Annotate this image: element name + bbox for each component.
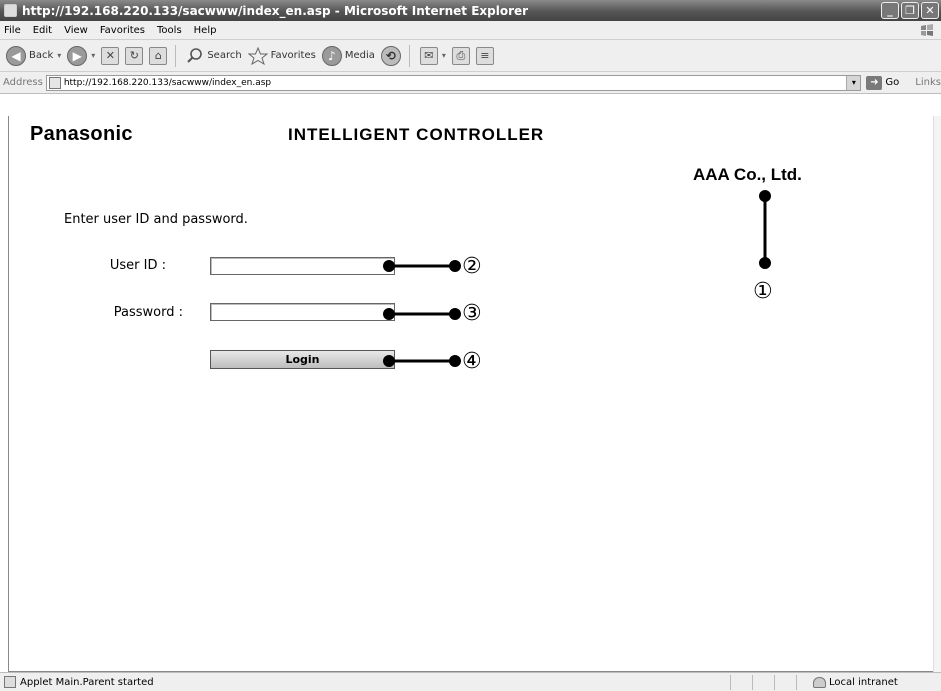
menu-bar: File Edit View Favorites Tools Help [0, 21, 941, 40]
status-bar: Applet Main.Parent started Local intrane… [0, 672, 941, 691]
favorites-star-icon [247, 46, 268, 65]
menu-edit[interactable]: Edit [27, 25, 58, 36]
edit-icon: ≡ [475, 46, 494, 65]
menu-help[interactable]: Help [188, 25, 223, 36]
search-icon [187, 47, 203, 63]
menu-view[interactable]: View [58, 25, 94, 36]
back-button[interactable]: ◀ Back ▾ [6, 45, 61, 66]
back-dropdown-icon[interactable]: ▾ [57, 51, 61, 60]
forward-icon: ▶ [67, 45, 88, 66]
media-button[interactable]: ♪ Media [321, 45, 375, 66]
password-label: Password : [113, 305, 183, 320]
edit-button[interactable]: ≡ [475, 46, 494, 65]
mail-icon: ✉ [419, 46, 438, 65]
login-button[interactable]: Login [210, 350, 395, 369]
search-button[interactable]: Search [186, 47, 242, 65]
status-divider [796, 675, 797, 690]
address-label: Address [3, 77, 43, 88]
search-label: Search [207, 50, 242, 61]
callout-number-3: ③ [462, 301, 482, 326]
status-divider [752, 675, 753, 690]
title-bar: http://192.168.220.133/sacwww/index_en.a… [0, 0, 941, 21]
status-divider [730, 675, 731, 690]
ie-page-icon [4, 676, 16, 688]
callout-number-1: ① [753, 279, 773, 304]
home-icon: ⌂ [149, 46, 168, 65]
stop-icon: ✕ [101, 46, 120, 65]
mail-dropdown-icon[interactable]: ▾ [442, 51, 446, 60]
zone-label: Local intranet [829, 677, 898, 688]
window-title: http://192.168.220.133/sacwww/index_en.a… [22, 3, 529, 18]
print-button[interactable]: ⎙ [451, 46, 470, 65]
toolbar-separator [175, 44, 177, 67]
callout-number-4: ④ [462, 349, 482, 374]
callout-number-2: ② [462, 254, 482, 279]
restore-button[interactable]: ❐ [901, 2, 919, 19]
toolbar-separator [408, 44, 410, 67]
page-title: INTELLIGENT CONTROLLER [288, 125, 545, 144]
menu-tools[interactable]: Tools [151, 25, 188, 36]
refresh-button[interactable]: ↻ [125, 46, 144, 65]
forward-button[interactable]: ▶ ▾ [67, 45, 95, 66]
history-icon: ⟲ [380, 45, 401, 66]
menu-file[interactable]: File [0, 25, 27, 36]
favorites-button[interactable]: Favorites [247, 46, 316, 65]
minimize-button[interactable]: _ [881, 2, 899, 19]
address-url: http://192.168.220.133/sacwww/index_en.a… [63, 77, 272, 88]
address-bar: Address http://192.168.220.133/sacwww/in… [0, 72, 941, 94]
login-instruction: Enter user ID and password. [64, 212, 248, 227]
forward-dropdown-icon[interactable]: ▾ [91, 51, 95, 60]
address-input[interactable]: http://192.168.220.133/sacwww/index_en.a… [45, 74, 862, 91]
company-name: AAA Co., Ltd. [693, 165, 802, 184]
ie-page-icon [4, 4, 17, 17]
callout-line-1 [759, 190, 771, 269]
ie-page-icon [48, 76, 61, 89]
mail-button[interactable]: ✉ ▾ [419, 46, 446, 65]
close-button[interactable]: ✕ [921, 2, 939, 19]
toolbar: ◀ Back ▾ ▶ ▾ ✕ ↻ ⌂ Search Favorites ♪ Me… [0, 40, 941, 72]
callout-line-2 [383, 260, 461, 272]
menu-favorites[interactable]: Favorites [94, 25, 151, 36]
go-button[interactable]: ➜ Go [866, 75, 900, 90]
home-button[interactable]: ⌂ [149, 46, 168, 65]
favorites-label: Favorites [270, 50, 316, 61]
media-icon: ♪ [321, 45, 342, 66]
page-frame-edge [8, 116, 9, 672]
user-id-input[interactable] [210, 257, 395, 275]
status-message: Applet Main.Parent started [20, 676, 154, 688]
go-label: Go [885, 77, 900, 88]
brand-logo: Panasonic [30, 123, 133, 145]
callout-lines [383, 190, 771, 367]
address-dropdown-icon[interactable]: ▾ [846, 75, 861, 90]
password-input[interactable] [210, 303, 395, 321]
go-arrow-icon: ➜ [866, 75, 883, 90]
user-id-label: User ID : [109, 258, 166, 273]
local-intranet-icon [813, 677, 826, 688]
refresh-icon: ↻ [125, 46, 144, 65]
callout-line-3 [383, 308, 461, 320]
history-button[interactable]: ⟲ [380, 45, 401, 66]
window-controls: _ ❐ ✕ [881, 2, 939, 19]
callout-line-4 [383, 355, 461, 367]
stop-button[interactable]: ✕ [101, 46, 120, 65]
status-divider [774, 675, 775, 690]
print-icon: ⎙ [451, 46, 470, 65]
links-button[interactable]: Links [915, 77, 941, 88]
security-zone: Local intranet [813, 675, 898, 690]
windows-flag-icon [921, 24, 933, 36]
media-label: Media [344, 50, 375, 61]
vertical-scrollbar[interactable] [933, 116, 941, 672]
back-icon: ◀ [6, 45, 26, 66]
back-label: Back [29, 50, 54, 61]
